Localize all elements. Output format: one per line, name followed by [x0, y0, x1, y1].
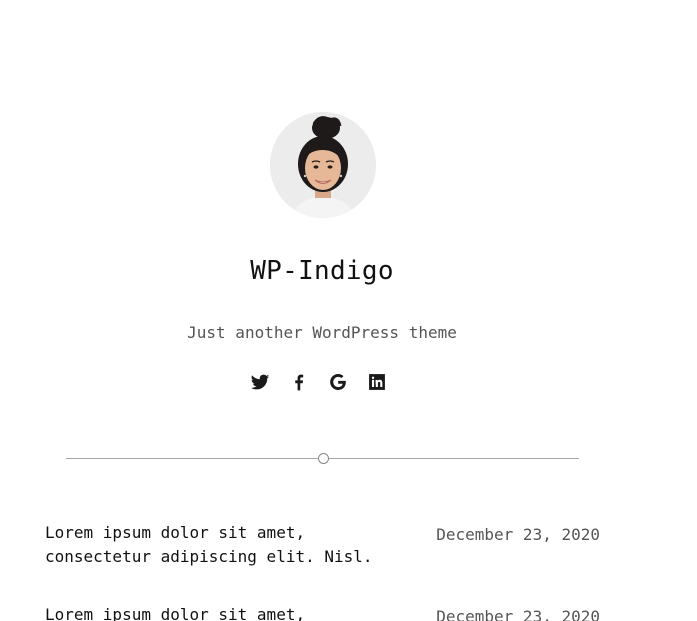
facebook-icon[interactable]: [289, 372, 311, 394]
linkedin-icon[interactable]: [367, 372, 389, 394]
social-links: [250, 372, 406, 394]
post-title-link[interactable]: Lorem ipsum dolor sit amet,: [45, 603, 405, 621]
twitter-icon[interactable]: [250, 372, 272, 394]
google-icon[interactable]: [328, 372, 350, 394]
post-title-link[interactable]: Lorem ipsum dolor sit amet, consectetur …: [45, 521, 405, 569]
post-date: December 23, 2020: [436, 525, 600, 544]
post-date: December 23, 2020: [436, 607, 600, 621]
portrait-image: [270, 112, 376, 218]
site-tagline: Just another WordPress theme: [187, 323, 457, 342]
site-title[interactable]: WP-Indigo: [0, 256, 644, 286]
divider-circle: [318, 453, 329, 464]
author-avatar[interactable]: [270, 112, 376, 218]
